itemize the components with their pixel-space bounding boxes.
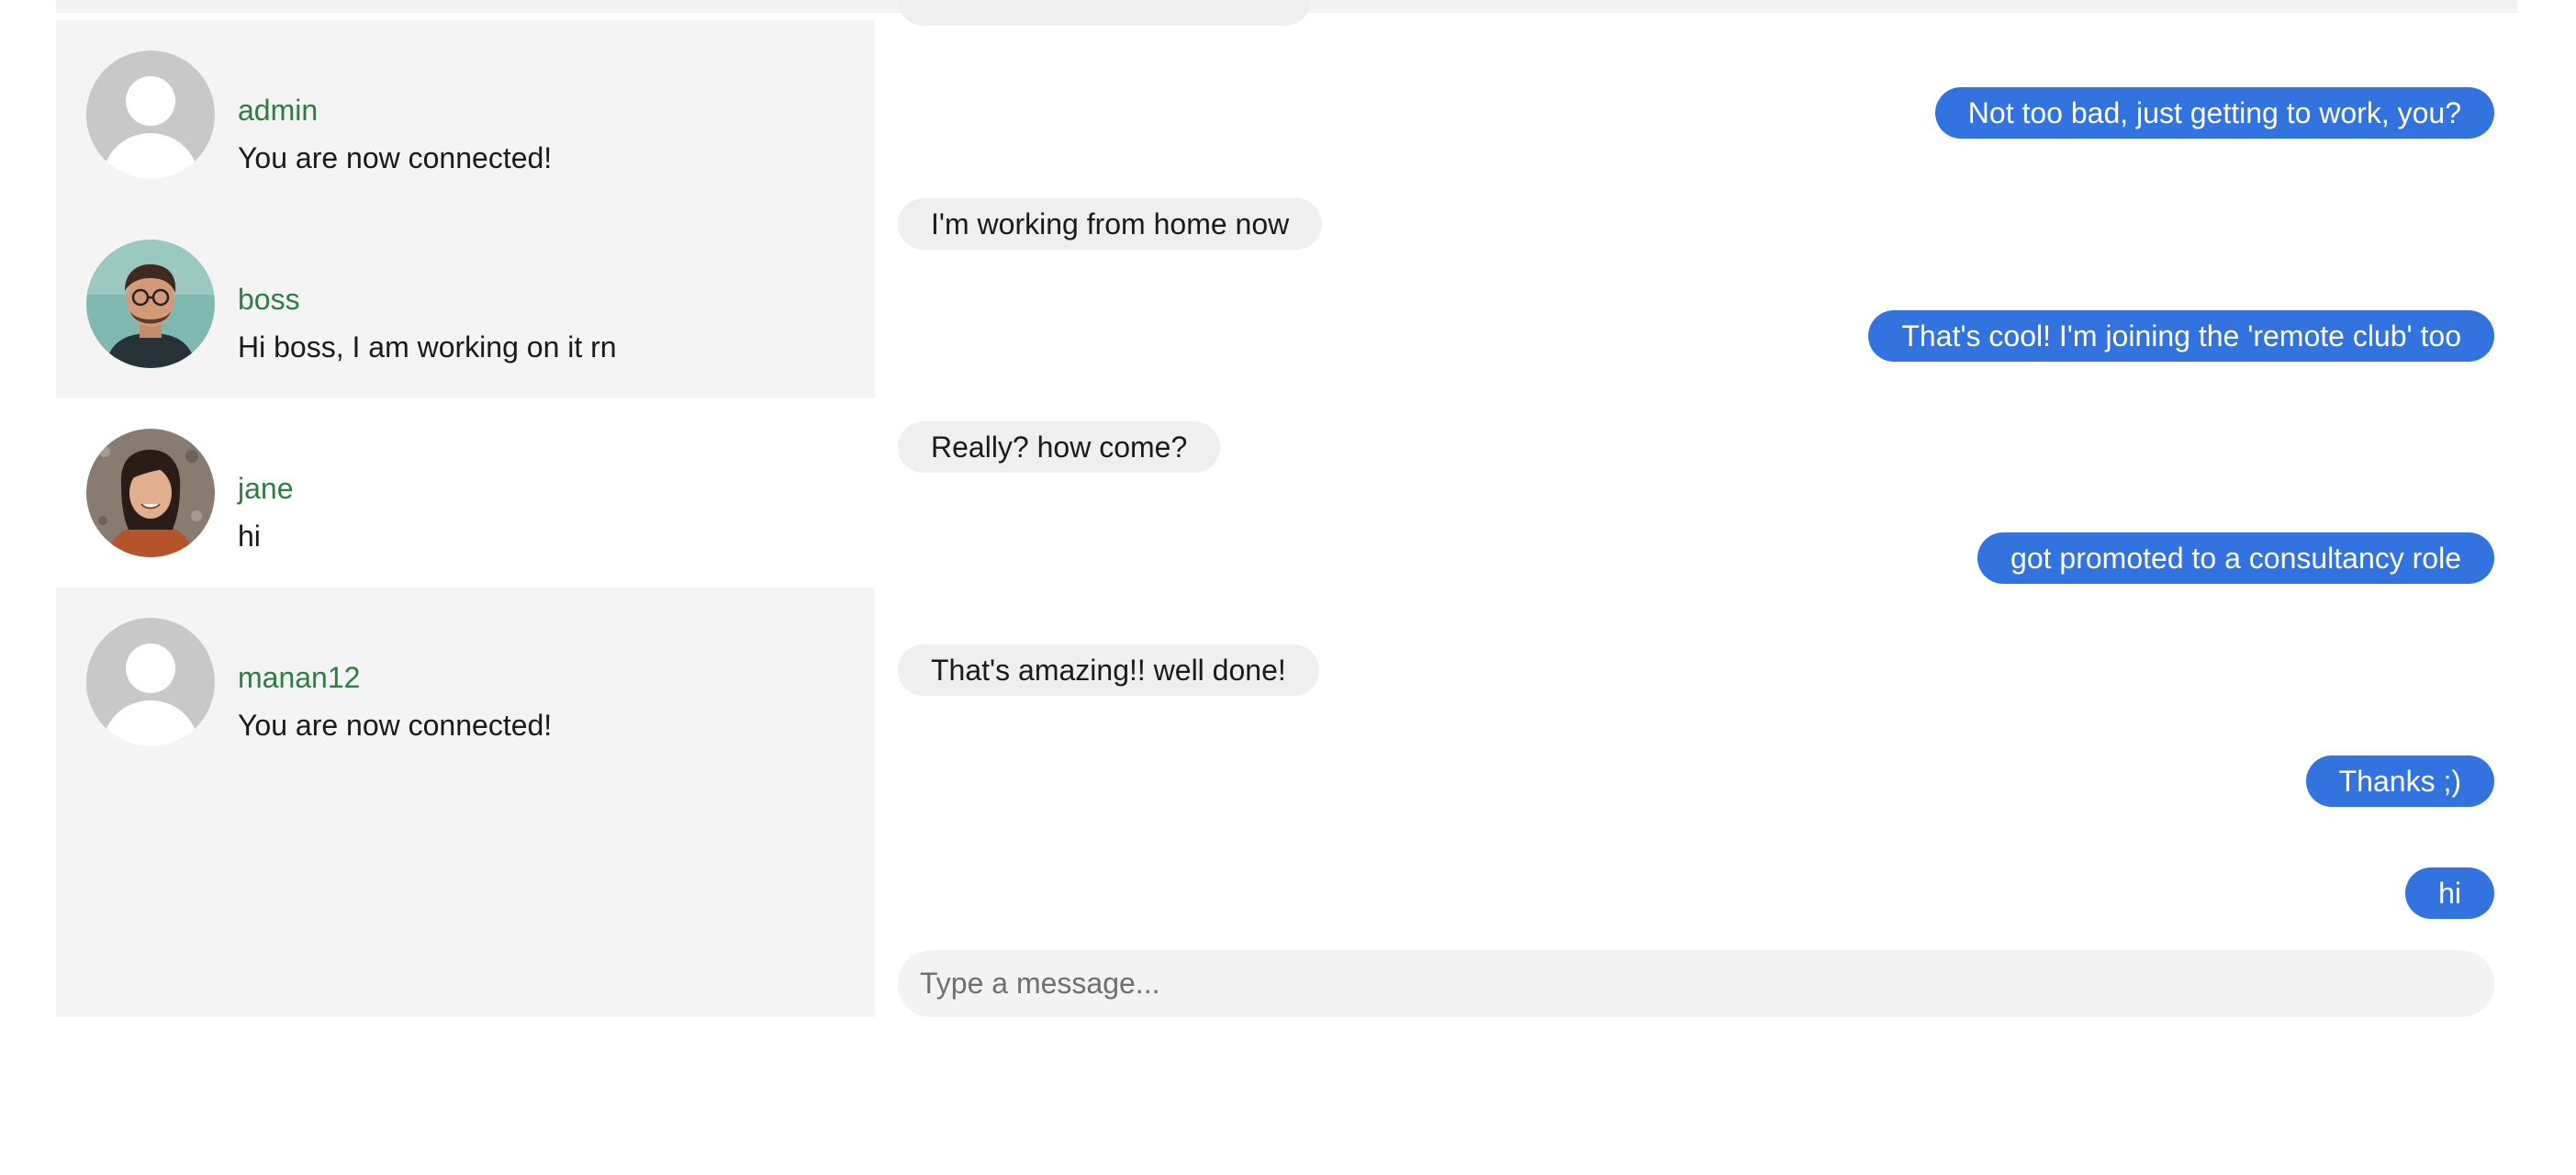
message-bubble-outgoing: hi xyxy=(2405,867,2494,919)
contact-name: admin xyxy=(238,94,319,127)
message-bubble-outgoing: Not too bad, just getting to work, you? xyxy=(1934,87,2494,139)
contacts-sidebar: admin You are now connected! boss Hi bos… xyxy=(56,20,875,1017)
contact-last-message: Hi boss, I am working on it rn xyxy=(238,330,617,364)
contact-item-admin[interactable]: admin You are now connected! xyxy=(56,20,875,209)
contact-item-manan12[interactable]: manan12 You are now connected! xyxy=(56,588,875,777)
message-bubble-outgoing: That's cool! I'm joining the 'remote clu… xyxy=(1868,310,2494,362)
default-avatar-icon xyxy=(86,618,215,746)
contact-last-message: You are now connected! xyxy=(238,141,553,174)
contact-item-boss[interactable]: boss Hi boss, I am working on it rn xyxy=(56,209,875,398)
message-bubble-cut-off xyxy=(898,0,1311,26)
contact-name: boss xyxy=(238,283,300,316)
contact-item-jane[interactable]: jane hi xyxy=(56,398,875,588)
contact-last-message: You are now connected! xyxy=(238,709,553,742)
chat-panel[interactable]: Not too bad, just getting to work, you? … xyxy=(875,0,2517,1017)
contact-name: manan12 xyxy=(238,661,361,694)
message-bubble-incoming: Really? how come? xyxy=(898,421,1221,473)
message-bubble-incoming: That's amazing!! well done! xyxy=(898,644,1319,696)
contact-last-message: hi xyxy=(238,520,261,553)
avatar-photo-boss xyxy=(86,240,215,368)
avatar-photo-jane xyxy=(86,429,215,557)
default-avatar-icon xyxy=(86,50,215,179)
contact-name: jane xyxy=(238,472,294,505)
message-bubble-outgoing: Thanks ;) xyxy=(2305,755,2494,807)
message-input[interactable] xyxy=(898,950,2494,1017)
message-bubble-outgoing: got promoted to a consultancy role xyxy=(1977,532,2494,584)
message-bubble-incoming: I'm working from home now xyxy=(898,198,1323,250)
